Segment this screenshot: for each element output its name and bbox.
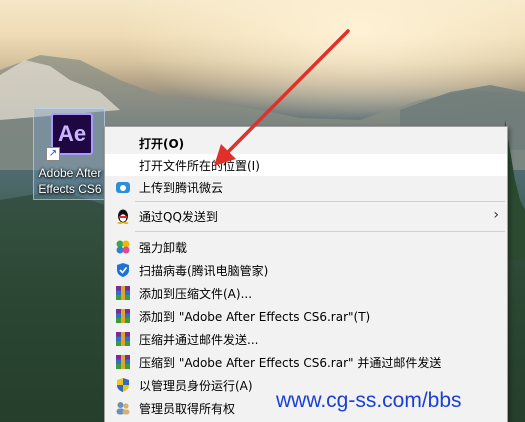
menu-item-upload-weiyun[interactable]: 上传到腾讯微云 [105, 176, 507, 198]
menu-item-label: 以管理员身份运行(A) [139, 378, 253, 393]
menu-item-scan-virus[interactable]: 扫描病毒(腾讯电脑管家) [105, 259, 507, 281]
chevron-right-icon: › [493, 207, 499, 223]
menu-item-label: 强力卸载 [139, 240, 188, 255]
watermark-url: www.cg-ss.com/bbs [276, 389, 462, 412]
shortcut-label-line1: Adobe After [38, 166, 102, 180]
menu-item-label: 打开文件所在的位置(I) [139, 158, 260, 173]
context-menu: 打开(O) 打开文件所在的位置(I) 上传到腾讯微云 通过QQ发送到 › 强力卸… [104, 126, 508, 422]
menu-item-label: 通过QQ发送到 [139, 209, 218, 224]
shield-icon [117, 263, 129, 277]
menu-item-compress-to-rar-and-email[interactable]: 压缩到 "Adobe After Effects CS6.rar" 并通过邮件发… [105, 351, 507, 373]
menu-item-label: 添加到压缩文件(A)... [139, 286, 253, 301]
menu-item-open-file-location[interactable]: 打开文件所在的位置(I) [105, 154, 507, 176]
menu-item-label: 扫描病毒(腾讯电脑管家) [139, 263, 269, 278]
winrar-icon [116, 286, 130, 300]
cloud-icon [116, 182, 130, 193]
menu-item-label: 压缩到 "Adobe After Effects CS6.rar" 并通过邮件发… [139, 355, 442, 370]
winrar-icon [116, 309, 130, 323]
menu-item-label: 上传到腾讯微云 [139, 180, 224, 195]
menu-item-open[interactable]: 打开(O) [105, 132, 507, 154]
menu-item-compress-and-email[interactable]: 压缩并通过邮件发送... [105, 328, 507, 350]
menu-separator [135, 231, 505, 232]
menu-item-send-via-qq[interactable]: 通过QQ发送到 › [105, 205, 507, 227]
ae-logo-text: Ae [57, 121, 87, 146]
winrar-icon [116, 355, 130, 369]
winrar-icon [116, 332, 130, 346]
desktop-shortcut-after-effects[interactable]: Ae ↗ Adobe After Effects CS6 [33, 108, 105, 200]
menu-separator [135, 201, 505, 202]
menu-item-force-uninstall[interactable]: 强力卸载 [105, 236, 507, 258]
shortcut-label-line2: Effects CS6 [38, 182, 102, 196]
pinwheel-icon [116, 240, 130, 254]
menu-item-label: 添加到 "Adobe After Effects CS6.rar"(T) [139, 309, 371, 324]
shortcut-label: Adobe After Effects CS6 [34, 165, 106, 197]
menu-item-add-to-archive[interactable]: 添加到压缩文件(A)... [105, 282, 507, 304]
shortcut-arrow-icon: ↗ [46, 147, 60, 161]
menu-item-add-to-rar[interactable]: 添加到 "Adobe After Effects CS6.rar"(T) [105, 305, 507, 327]
menu-item-label: 管理员取得所有权 [139, 401, 236, 416]
menu-item-label: 压缩并通过邮件发送... [139, 332, 259, 347]
menu-item-label: 打开(O) [139, 136, 185, 151]
uac-shield-icon [117, 378, 129, 392]
qq-penguin-icon [117, 209, 129, 224]
users-icon [116, 402, 130, 415]
